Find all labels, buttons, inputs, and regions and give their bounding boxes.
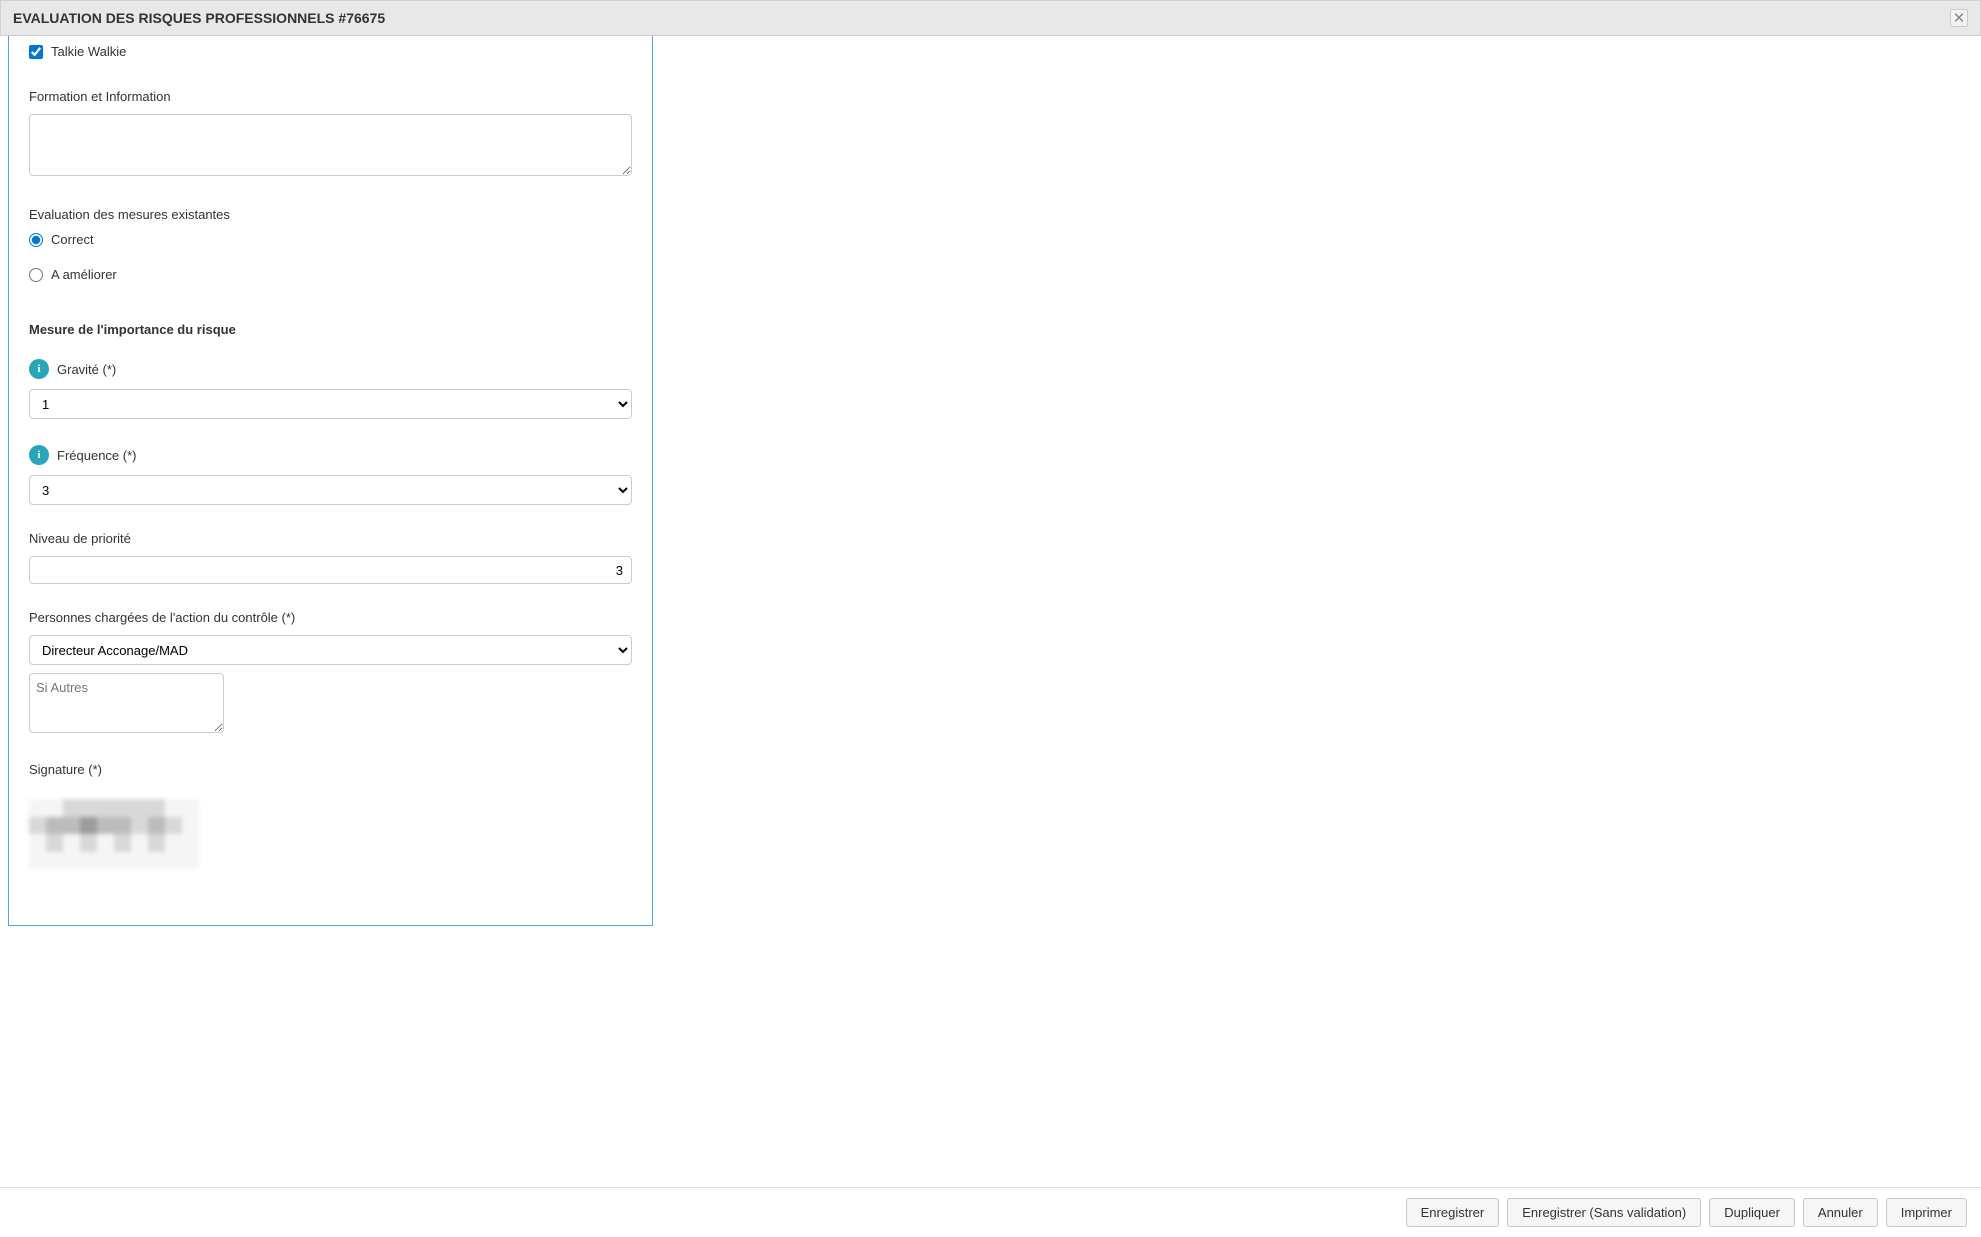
dialog-content: Talkie Walkie Formation et Information E…	[0, 36, 1981, 926]
formation-info-label: Formation et Information	[29, 89, 632, 104]
radio-ameliorer-label: A améliorer	[51, 267, 117, 282]
eval-existing-label: Evaluation des mesures existantes	[29, 207, 632, 222]
eval-existing-group: Evaluation des mesures existantes Correc…	[29, 207, 632, 282]
gravite-label: Gravité (*)	[57, 362, 116, 377]
info-icon[interactable]: i	[29, 359, 49, 379]
frequence-select[interactable]: 3	[29, 475, 632, 505]
form-panel: Talkie Walkie Formation et Information E…	[8, 36, 653, 926]
frequence-label: Fréquence (*)	[57, 448, 136, 463]
gravite-label-row: i Gravité (*)	[29, 359, 632, 379]
si-autres-textarea[interactable]	[29, 673, 224, 733]
personnes-block: Personnes chargées de l'action du contrô…	[29, 610, 632, 736]
frequence-label-row: i Fréquence (*)	[29, 445, 632, 465]
info-icon[interactable]: i	[29, 445, 49, 465]
radio-correct[interactable]	[29, 233, 43, 247]
frequence-block: i Fréquence (*) 3	[29, 445, 632, 505]
signature-block: Signature (*)	[29, 762, 632, 869]
radio-correct-row: Correct	[29, 232, 632, 247]
radio-correct-label: Correct	[51, 232, 94, 247]
niveau-label: Niveau de priorité	[29, 531, 632, 546]
print-button[interactable]: Imprimer	[1886, 1198, 1967, 1227]
duplicate-button[interactable]: Dupliquer	[1709, 1198, 1795, 1227]
gravite-select[interactable]: 1	[29, 389, 632, 419]
talkie-walkie-checkbox[interactable]	[29, 45, 43, 59]
cancel-button[interactable]: Annuler	[1803, 1198, 1878, 1227]
formation-info-group: Formation et Information	[29, 89, 632, 179]
talkie-walkie-label: Talkie Walkie	[51, 44, 126, 59]
dialog-header: EVALUATION DES RISQUES PROFESSIONNELS #7…	[0, 0, 1981, 36]
gravite-block: i Gravité (*) 1	[29, 359, 632, 419]
personnes-select[interactable]: Directeur Acconage/MAD	[29, 635, 632, 665]
radio-ameliorer[interactable]	[29, 268, 43, 282]
niveau-block: Niveau de priorité	[29, 531, 632, 584]
dialog-title: EVALUATION DES RISQUES PROFESSIONNELS #7…	[13, 10, 385, 26]
signature-image	[29, 799, 199, 869]
mesure-heading: Mesure de l'importance du risque	[29, 322, 632, 337]
personnes-label: Personnes chargées de l'action du contrô…	[29, 610, 632, 625]
dialog-footer: Enregistrer Enregistrer (Sans validation…	[0, 1187, 1981, 1237]
save-no-validation-button[interactable]: Enregistrer (Sans validation)	[1507, 1198, 1701, 1227]
niveau-input[interactable]	[29, 556, 632, 584]
radio-ameliorer-row: A améliorer	[29, 267, 632, 282]
talkie-walkie-row: Talkie Walkie	[29, 44, 632, 59]
formation-info-textarea[interactable]	[29, 114, 632, 176]
close-icon[interactable]: ✕	[1950, 9, 1968, 27]
save-button[interactable]: Enregistrer	[1406, 1198, 1500, 1227]
signature-label: Signature (*)	[29, 762, 632, 777]
